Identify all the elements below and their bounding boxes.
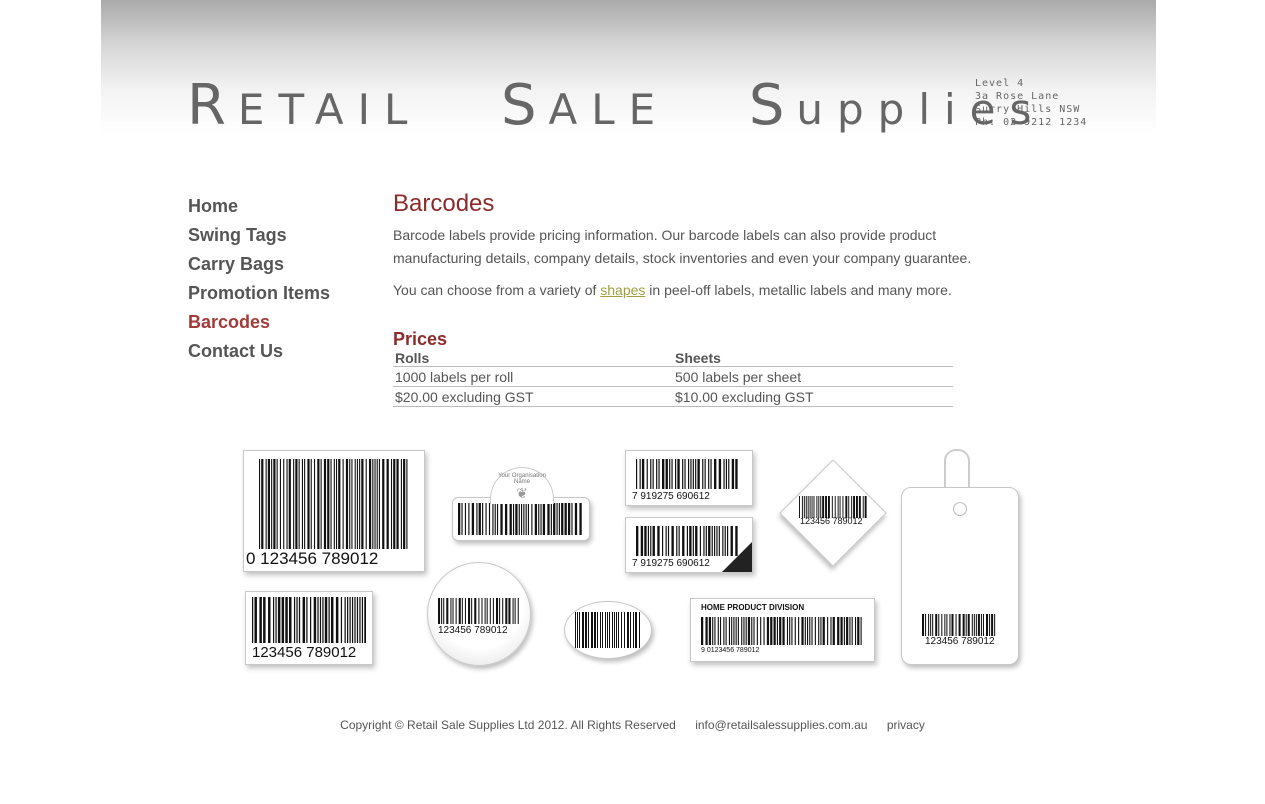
barcode-bars — [252, 597, 366, 643]
table-row: 1000 labels per roll 500 labels per shee… — [393, 366, 953, 387]
barcode-label-circle: 123456 789012 — [427, 562, 531, 666]
intro-paragraph: Barcode labels provide pricing informati… — [393, 227, 972, 266]
barcode-number: 0 123456 789012 — [246, 549, 379, 568]
barcode-bars — [922, 614, 996, 636]
table-cell: $20.00 excluding GST — [393, 386, 673, 407]
barcode-label-ean-2: 7 919275 690612 — [625, 517, 753, 573]
barcode-number: 9 0123456 789012 — [701, 647, 760, 654]
barcode-label-large: 0 123456 789012 — [243, 450, 425, 572]
footer-email-link[interactable]: info@retailsalessupplies.com.au — [695, 718, 867, 732]
page-title: Barcodes — [393, 190, 495, 217]
address-line: 3a Rose Lane — [975, 91, 1060, 102]
barcode-label-ean-1: 7 919275 690612 — [625, 450, 753, 506]
prices-table: Rolls Sheets 1000 labels per roll 500 la… — [393, 349, 953, 407]
nav-item-promotion-items[interactable]: Promotion Items — [188, 281, 330, 310]
barcode-bars — [636, 459, 738, 489]
peel-corner-icon — [722, 542, 752, 572]
tag-hole — [953, 502, 967, 516]
nav-item-barcodes[interactable]: Barcodes — [188, 310, 330, 339]
barcode-number: 7 919275 690612 — [632, 491, 710, 502]
barcode-number: 7 919275 690612 — [632, 558, 710, 569]
main-content: Barcodes Barcode labels provide pricing … — [393, 190, 1013, 407]
copyright-text: Copyright © Retail Sale Supplies Ltd 201… — [340, 718, 676, 732]
address-phone: Ph: 02 9212 1234 — [975, 117, 1088, 128]
barcode-number: 123456 789012 — [438, 625, 508, 636]
table-cell: 1000 labels per roll — [393, 366, 673, 387]
table-row: $20.00 excluding GST $10.00 excluding GS… — [393, 386, 953, 407]
site-footer: Copyright © Retail Sale Supplies Ltd 201… — [0, 718, 1265, 732]
site-logo[interactable]: RETAIL SALE Supplies — [187, 66, 1045, 150]
department-title: HOME PRODUCT DIVISION — [701, 603, 805, 612]
table-cell: 500 labels per sheet — [673, 366, 953, 387]
prices-heading: Prices — [393, 329, 448, 349]
barcode-bars — [575, 612, 640, 648]
barcode-bars — [438, 598, 519, 624]
company-address: Level 4 3a Rose Lane Surry Hills NSW Ph:… — [975, 77, 1087, 129]
barcode-number: 123456 789012 — [925, 636, 995, 647]
footer-privacy-link[interactable]: privacy — [887, 718, 925, 732]
barcode-label-department: HOME PRODUCT DIVISION 9 0123456 789012 — [690, 598, 875, 662]
org-logo-arch: Your Organisation Name ❦ — [490, 467, 554, 504]
nav-item-carry-bags[interactable]: Carry Bags — [188, 252, 330, 281]
nav-item-swing-tags[interactable]: Swing Tags — [188, 223, 330, 252]
shapes-link[interactable]: shapes — [600, 282, 645, 298]
column-header-sheets: Sheets — [673, 349, 953, 367]
bird-icon: ❦ — [516, 485, 528, 501]
barcode-number: 123456 789012 — [252, 644, 357, 661]
barcode-number: 123456 789012 — [800, 516, 863, 526]
table-header-row: Rolls Sheets — [393, 349, 953, 367]
barcode-bars — [259, 459, 408, 549]
address-line: Level 4 — [975, 78, 1025, 89]
barcode-bars — [458, 503, 582, 535]
barcode-label-oval — [564, 601, 652, 659]
barcode-label-small: 123456 789012 — [245, 591, 373, 665]
address-line: Surry Hills NSW — [975, 104, 1081, 115]
main-nav: Home Swing Tags Carry Bags Promotion Ite… — [188, 194, 330, 368]
column-header-rolls: Rolls — [393, 349, 673, 367]
nav-item-contact-us[interactable]: Contact Us — [188, 339, 330, 368]
hanging-tag-label: 123456 789012 — [901, 487, 1019, 665]
site-header: RETAIL SALE Supplies Level 4 3a Rose Lan… — [101, 0, 1156, 150]
nav-item-home[interactable]: Home — [188, 194, 330, 223]
barcode-bars — [799, 496, 867, 518]
barcode-label-diamond: 123456 789012 — [779, 459, 887, 567]
shapes-paragraph: You can choose from a variety of shapes … — [393, 282, 952, 298]
org-name-text: Your Organisation Name — [498, 473, 546, 485]
barcode-bars — [701, 617, 862, 645]
table-cell: $10.00 excluding GST — [673, 386, 953, 407]
barcode-gallery-image: 0 123456 789012 Your Organisation Name ❦… — [240, 445, 1025, 673]
